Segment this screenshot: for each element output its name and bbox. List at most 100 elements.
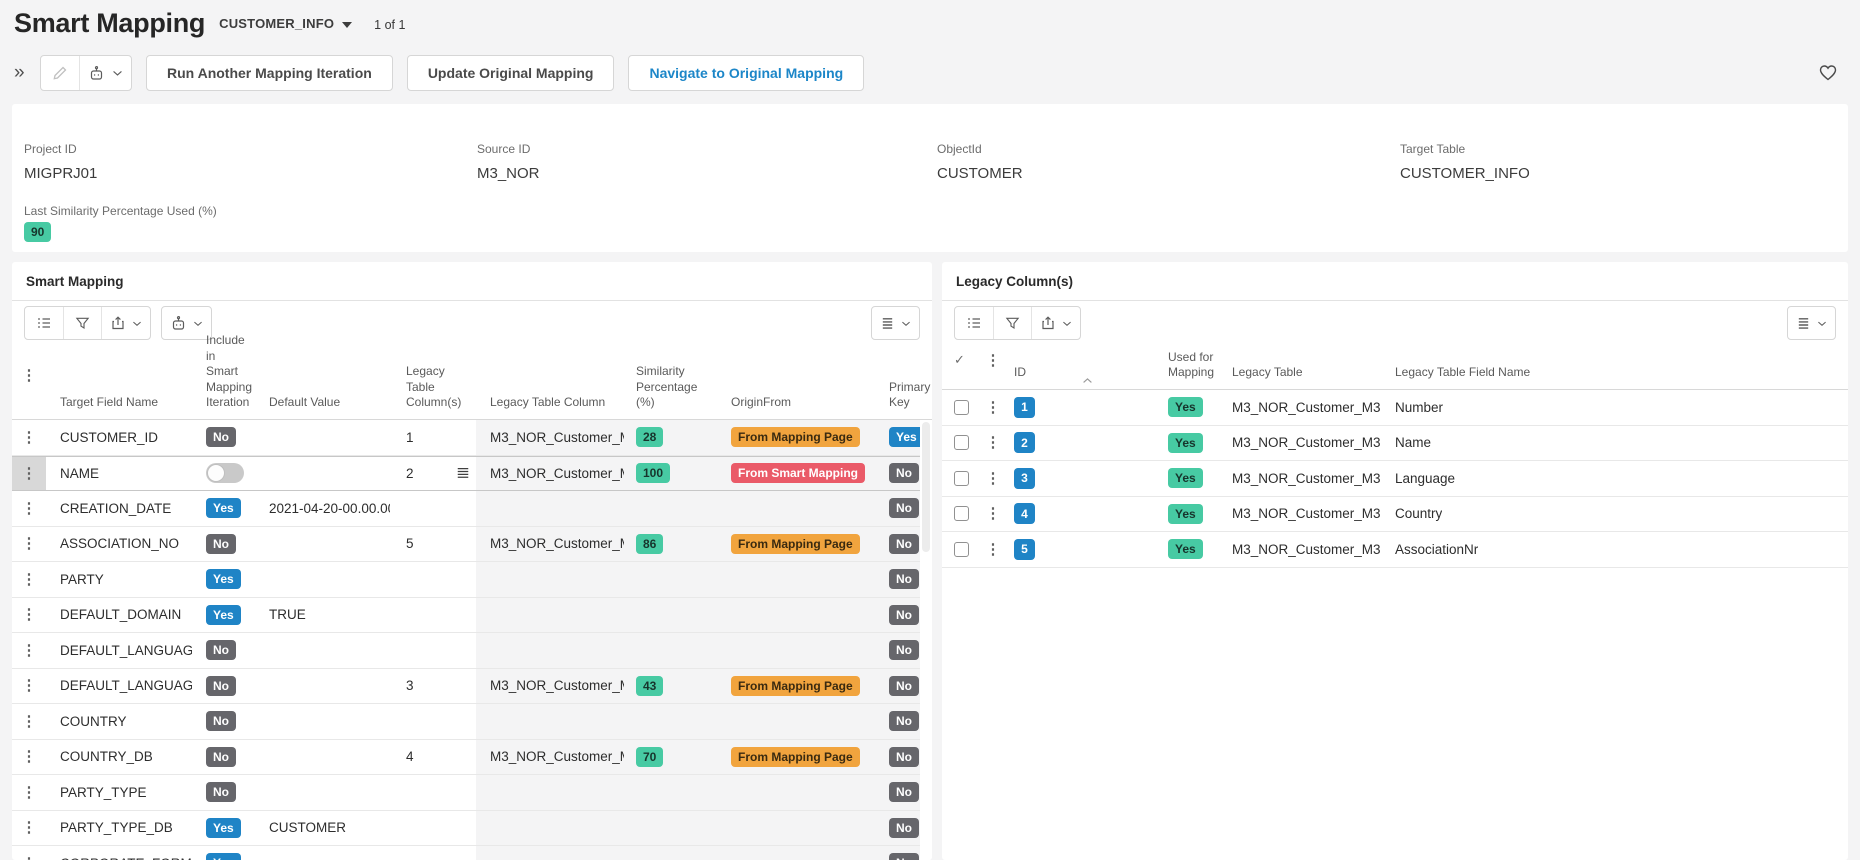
row-menu-kebab-icon[interactable]: ⋮ [986, 400, 1001, 415]
row-menu-kebab-icon[interactable]: ⋮ [22, 643, 37, 658]
row-height-icon[interactable] [872, 307, 919, 339]
row-menu-kebab-icon[interactable]: ⋮ [986, 506, 1001, 521]
list-view-icon[interactable] [955, 307, 993, 339]
row-menu-kebab-icon[interactable]: ⋮ [22, 607, 37, 622]
field-label: ObjectId [937, 142, 1023, 156]
table-row: ⋮ASSOCIATION_NONo5M3_NOR_Customer_M386Fr… [12, 527, 920, 563]
id-badge: 5 [1014, 539, 1035, 560]
primary-key-badge: No [889, 676, 919, 696]
row-checkbox[interactable] [954, 400, 969, 415]
column-header-target-field-name[interactable]: Target Field Name [46, 395, 192, 419]
panel-titlebar: Smart Mapping [12, 262, 932, 301]
smart-mapping-robot-icon[interactable] [79, 56, 131, 90]
table-row: ⋮NAME2M3_NOR_Customer_M3100From Smart Ma… [12, 456, 920, 492]
select-all-check-icon[interactable]: ✓ [942, 345, 978, 389]
row-menu-kebab-icon[interactable]: ⋮ [22, 785, 37, 800]
similarity-badge: 43 [636, 676, 663, 696]
header-menu-kebab-icon[interactable]: ⋮ [12, 345, 46, 419]
row-checkbox[interactable] [954, 471, 969, 486]
app-header: Smart Mapping CUSTOMER_INFO 1 of 1 [14, 8, 405, 39]
summary-card: Project ID MIGPRJ01 Source ID M3_NOR Obj… [12, 104, 1848, 252]
row-menu-kebab-icon[interactable]: ⋮ [986, 471, 1001, 486]
row-menu-kebab-icon[interactable]: ⋮ [22, 501, 37, 516]
target-field-name: DEFAULT_LANGUAGE_DB [60, 678, 192, 693]
used-for-mapping-badge: Yes [1168, 539, 1203, 559]
column-header-similarity[interactable]: Similarity Percentage (%) [624, 364, 720, 419]
filter-icon[interactable] [63, 307, 101, 339]
legacy-table-column: M3_NOR_Customer_M3 [490, 430, 624, 445]
legacy-table: M3_NOR_Customer_M3 [1232, 471, 1381, 486]
table-row: ⋮COUNTRYNoNo [12, 704, 920, 740]
target-field-name: CORPORATE_FORM [60, 856, 192, 860]
navigate-to-original-mapping-button[interactable]: Navigate to Original Mapping [628, 55, 864, 91]
column-header-include[interactable]: Include in Smart Mapping Iteration [192, 333, 254, 419]
row-menu-kebab-icon[interactable]: ⋮ [986, 542, 1001, 557]
export-icon[interactable] [101, 307, 150, 339]
column-header-originfrom[interactable]: OriginFrom [720, 395, 876, 419]
row-height-icon[interactable] [1788, 307, 1835, 339]
table-row: ⋮PARTYYesNo [12, 562, 920, 598]
row-menu-kebab-icon[interactable]: ⋮ [22, 856, 37, 860]
column-header-legacy-table[interactable]: Legacy Table [1224, 365, 1384, 389]
include-badge: Yes [206, 498, 241, 518]
primary-key-badge: No [889, 711, 919, 731]
row-menu-kebab-icon[interactable]: ⋮ [986, 435, 1001, 450]
row-menu-kebab-icon[interactable]: ⋮ [22, 572, 37, 587]
update-original-mapping-button[interactable]: Update Original Mapping [407, 55, 615, 91]
scrollbar-thumb[interactable] [922, 422, 930, 552]
used-for-mapping-badge: Yes [1168, 397, 1203, 417]
include-badge: Yes [206, 853, 241, 860]
field-value: M3_NOR [477, 165, 540, 182]
primary-key-badge: No [889, 853, 919, 860]
row-checkbox[interactable] [954, 542, 969, 557]
run-another-mapping-iteration-button[interactable]: Run Another Mapping Iteration [146, 55, 393, 91]
column-header-primary-key[interactable]: Primary Key [876, 380, 920, 419]
grid-icon-group [24, 306, 151, 340]
table-row: ⋮PARTY_TYPENoNo [12, 775, 920, 811]
column-header-legacy-table-field-name[interactable]: Legacy Table Field Name [1384, 365, 1848, 389]
legacy-table-columns-count: 2 [406, 466, 414, 481]
field-label: Target Table [1400, 142, 1530, 156]
primary-key-badge: No [889, 747, 919, 767]
legacy-table-field-name: AssociationNr [1395, 542, 1478, 557]
table-row: ⋮COUNTRY_DBNo4M3_NOR_Customer_M370From M… [12, 740, 920, 776]
favorite-heart-icon[interactable] [1818, 63, 1838, 83]
expand-toolbar-icon[interactable]: » [14, 62, 40, 84]
edit-icon[interactable] [41, 56, 79, 90]
top-toolbar: » Run Another Mapping Iteration Update O… [14, 55, 1846, 91]
row-menu-kebab-icon[interactable]: ⋮ [22, 466, 37, 481]
export-icon[interactable] [1031, 307, 1080, 339]
column-header-id[interactable]: ID [1008, 365, 1158, 389]
record-pager: 1 of 1 [374, 18, 405, 32]
list-view-icon[interactable] [25, 307, 63, 339]
target-field-name: PARTY [60, 572, 104, 587]
row-menu-kebab-icon[interactable]: ⋮ [22, 714, 37, 729]
column-header-legacy-table-columns[interactable]: Legacy Table Column(s) [390, 364, 476, 419]
primary-key-badge: Yes [889, 427, 920, 447]
entity-selector[interactable]: CUSTOMER_INFO [219, 16, 334, 31]
row-menu-kebab-icon[interactable]: ⋮ [22, 430, 37, 445]
include-toggle[interactable] [206, 463, 244, 483]
vertical-scrollbar[interactable] [920, 420, 932, 860]
id-badge: 2 [1014, 432, 1035, 453]
row-menu-kebab-icon[interactable]: ⋮ [22, 749, 37, 764]
header-menu-kebab-icon[interactable]: ⋮ [978, 345, 1008, 389]
origin-badge: From Mapping Page [731, 747, 860, 767]
row-checkbox[interactable] [954, 506, 969, 521]
row-checkbox[interactable] [954, 435, 969, 450]
legacy-columns-table-header: ✓ ⋮ ID Used for Mapping Legacy Table Leg… [942, 345, 1848, 390]
column-header-default-value[interactable]: Default Value [254, 395, 390, 419]
sort-ascending-icon[interactable] [1082, 373, 1093, 389]
filter-icon[interactable] [993, 307, 1031, 339]
chevron-down-icon[interactable] [342, 22, 352, 28]
primary-key-badge: No [889, 640, 919, 660]
column-header-legacy-table-column[interactable]: Legacy Table Column [476, 395, 624, 419]
primary-key-badge: No [889, 818, 919, 838]
column-header-used-for-mapping[interactable]: Used for Mapping [1158, 350, 1224, 389]
row-menu-kebab-icon[interactable]: ⋮ [22, 536, 37, 551]
legacy-columns-table-body: ⋮1YesM3_NOR_Customer_M3Number⋮2YesM3_NOR… [942, 390, 1848, 568]
row-menu-kebab-icon[interactable]: ⋮ [22, 678, 37, 693]
lookup-icon[interactable] [456, 466, 470, 480]
toggle-knob [207, 464, 225, 482]
row-menu-kebab-icon[interactable]: ⋮ [22, 820, 37, 835]
